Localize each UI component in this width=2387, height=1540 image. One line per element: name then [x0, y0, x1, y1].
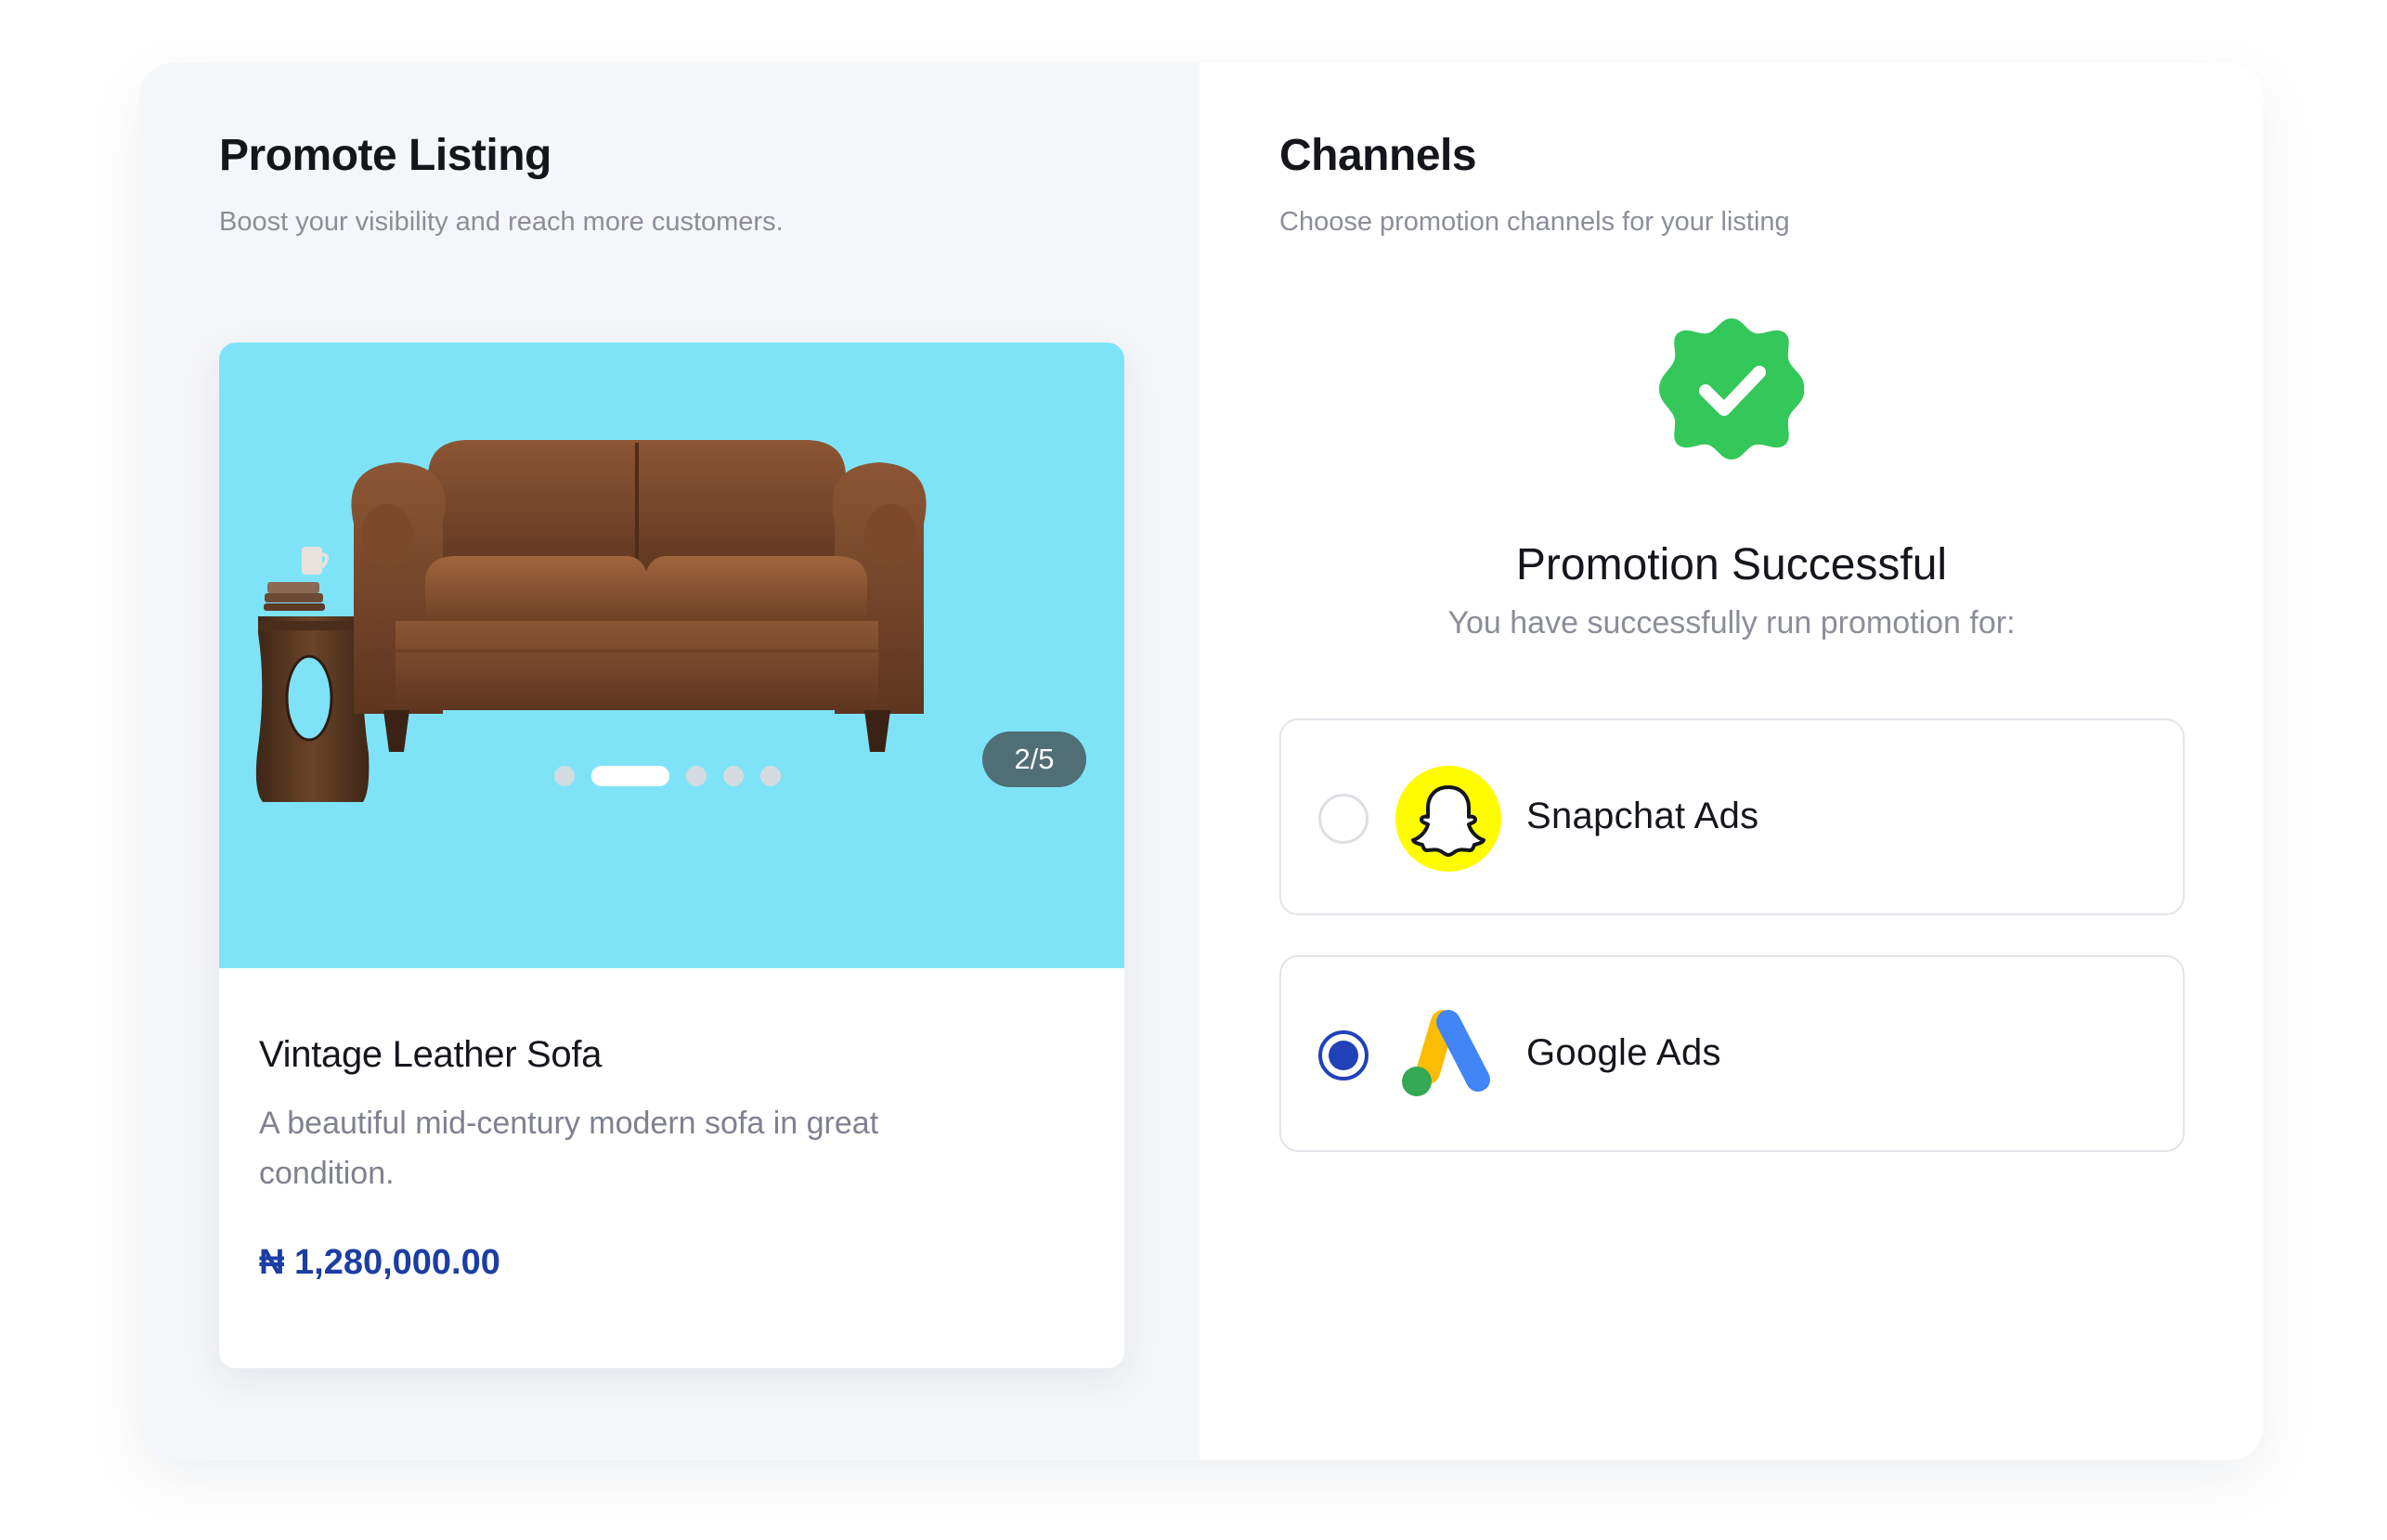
channel-option-snapchat[interactable]: Snapchat Ads: [1279, 718, 2185, 915]
snapchat-ghost-icon: [1395, 766, 1501, 872]
google-ads-radio[interactable]: [1318, 1030, 1369, 1081]
listing-card: 2/5 Vintage Leather Sofa A beautiful mid…: [219, 343, 1124, 1368]
google-ads-label: Google Ads: [1526, 1032, 1721, 1073]
carousel-dot[interactable]: [554, 766, 575, 786]
snapchat-radio[interactable]: [1318, 794, 1369, 844]
check-badge-icon: [1659, 318, 1805, 459]
snapchat-label: Snapchat Ads: [1526, 796, 1759, 836]
carousel-dot[interactable]: [686, 766, 707, 786]
carousel-dot[interactable]: [723, 766, 744, 786]
channels-panel: Channels Choose promotion channels for y…: [1200, 63, 2264, 1460]
promote-listing-panel: Promote Listing Boost your visibility an…: [139, 63, 1200, 1460]
carousel-dot[interactable]: [760, 766, 781, 786]
google-ads-icon: [1402, 1010, 1490, 1096]
channels-title: Channels: [1279, 131, 1477, 180]
listing-price: ₦ 1,280,000.00: [259, 1243, 500, 1282]
success-subtitle: You have successfully run promotion for:: [1447, 605, 2016, 641]
promote-title: Promote Listing: [219, 131, 551, 180]
sofa-photo: [255, 440, 927, 802]
success-title: Promotion Successful: [1515, 540, 1948, 589]
promote-subtitle: Boost your visibility and reach more cus…: [219, 207, 784, 237]
promote-dialog: Promote Listing Boost your visibility an…: [139, 63, 2264, 1460]
listing-description: A beautiful mid-century modern sofa in g…: [259, 1106, 879, 1191]
carousel-dots: [554, 766, 781, 786]
listing-name: Vintage Leather Sofa: [259, 1034, 603, 1075]
channel-option-google-ads[interactable]: Google Ads: [1279, 955, 2185, 1152]
carousel-dot-active[interactable]: [591, 766, 669, 786]
channels-subtitle: Choose promotion channels for your listi…: [1279, 207, 1790, 237]
image-counter-badge: 2/5: [982, 731, 1086, 787]
listing-image-carousel[interactable]: 2/5: [219, 343, 1124, 968]
